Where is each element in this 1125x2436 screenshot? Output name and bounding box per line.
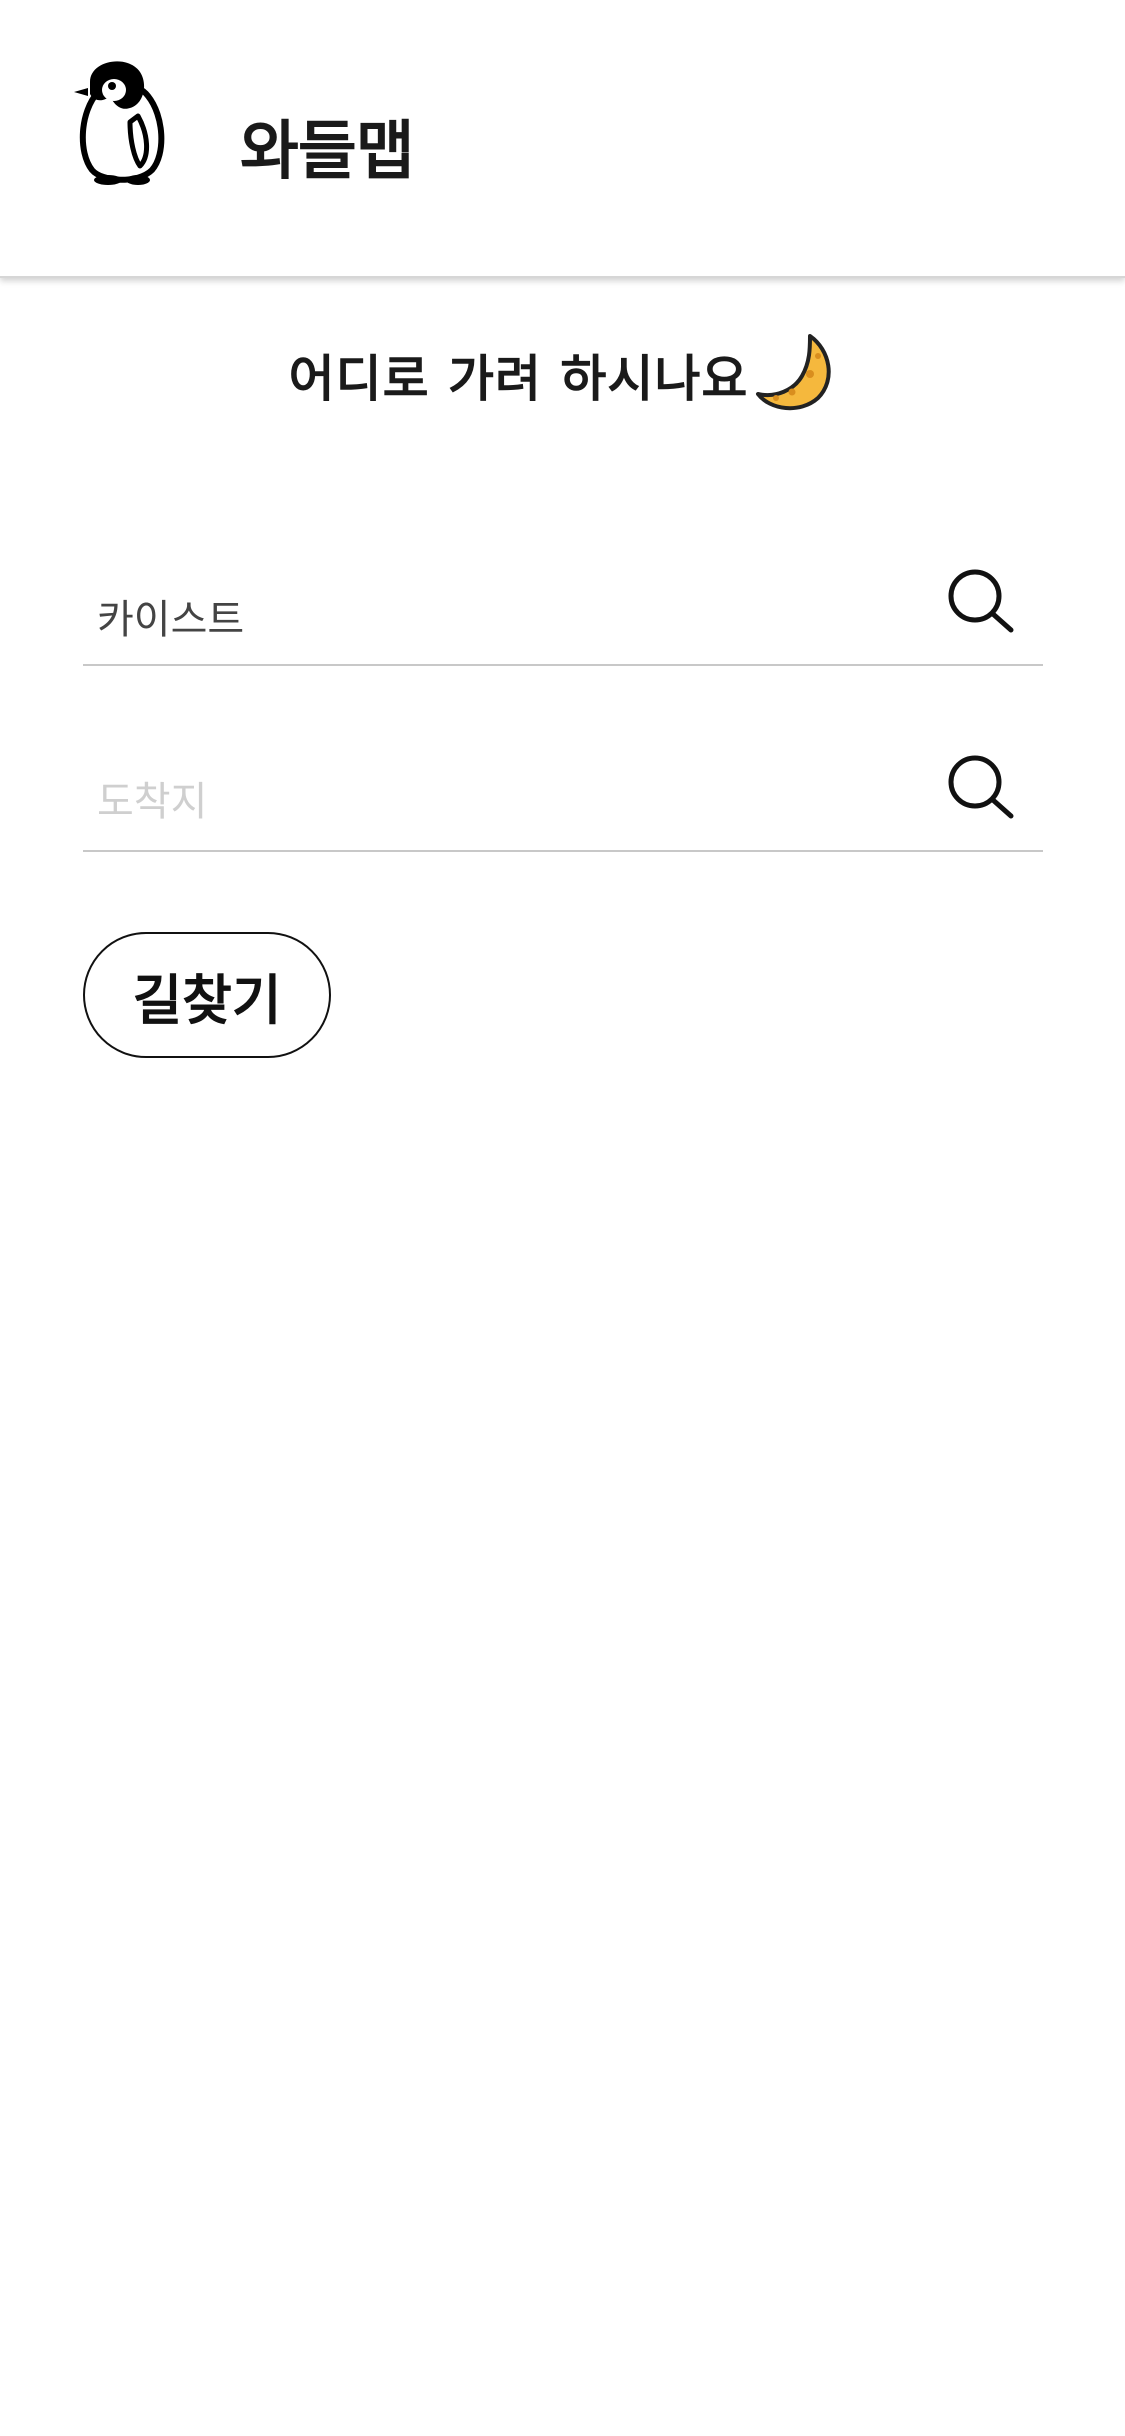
crescent-moon-icon bbox=[752, 328, 836, 412]
destination-field bbox=[83, 742, 1043, 852]
greeting: 어디로 가려 하시나요 bbox=[0, 330, 1125, 420]
search-icon bbox=[948, 569, 1014, 633]
greeting-text: 어디로 가려 하시나요 bbox=[288, 350, 749, 408]
origin-field bbox=[83, 556, 1043, 666]
origin-input[interactable] bbox=[97, 576, 917, 656]
search-icon bbox=[948, 755, 1014, 819]
origin-search-button[interactable] bbox=[945, 566, 1021, 642]
find-route-button[interactable]: 길찾기 bbox=[83, 932, 331, 1058]
app-title: 와들맵 bbox=[240, 115, 415, 189]
app-root: 와들맵 어디로 가려 하시나요 카이스트 도착지 길찾기 bbox=[0, 0, 1125, 2436]
penguin-icon bbox=[68, 52, 172, 186]
destination-input[interactable] bbox=[97, 762, 917, 842]
app-header: 와들맵 bbox=[0, 0, 1125, 278]
destination-search-button[interactable] bbox=[945, 752, 1021, 828]
